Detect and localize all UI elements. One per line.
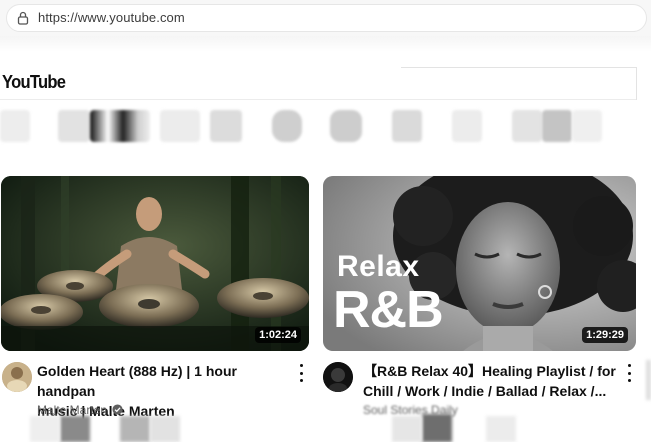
filter-chip[interactable] bbox=[210, 110, 242, 142]
filter-chip[interactable] bbox=[452, 110, 482, 142]
video-duration: 1:29:29 bbox=[582, 327, 628, 343]
blurred-region bbox=[646, 360, 651, 400]
video-title-line: 【R&B Relax 40】Healing Playlist / for bbox=[363, 363, 616, 379]
lock-icon[interactable] bbox=[17, 11, 29, 25]
avatar-image bbox=[2, 362, 32, 392]
filter-chip[interactable] bbox=[330, 110, 362, 142]
more-vert-icon[interactable] bbox=[622, 364, 636, 382]
blurred-region bbox=[392, 416, 422, 442]
filter-chip[interactable] bbox=[90, 110, 150, 142]
video-title-line: Golden Heart (888 Hz) | 1 hour handpan bbox=[37, 363, 237, 399]
blurred-region bbox=[150, 416, 180, 442]
blurred-region bbox=[422, 414, 452, 442]
verified-icon bbox=[112, 404, 123, 415]
blurred-region bbox=[60, 416, 90, 442]
channel-name-row: Malte Marten bbox=[37, 403, 123, 417]
thumbnail-caption: R&B bbox=[333, 281, 444, 339]
avatar-image bbox=[323, 362, 353, 392]
search-box-outline bbox=[401, 67, 636, 68]
header-divider bbox=[636, 67, 637, 100]
filter-chip[interactable] bbox=[542, 110, 572, 142]
address-bar-container: https://www.youtube.com bbox=[0, 0, 651, 37]
youtube-logo[interactable]: YouTube bbox=[2, 72, 66, 93]
toolbar-strip bbox=[0, 36, 651, 52]
filter-chip[interactable] bbox=[58, 110, 90, 142]
more-vert-icon[interactable] bbox=[294, 364, 308, 382]
video-thumbnail[interactable]: 1:02:24 bbox=[1, 176, 309, 351]
filter-chip[interactable] bbox=[272, 110, 302, 142]
handpan-scene-image bbox=[1, 176, 309, 351]
filter-chip[interactable] bbox=[392, 110, 422, 142]
blurred-region bbox=[486, 416, 516, 442]
header-divider bbox=[0, 99, 636, 100]
video-duration: 1:02:24 bbox=[255, 327, 301, 343]
video-title[interactable]: 【R&B Relax 40】Healing Playlist / for Chi… bbox=[363, 361, 619, 401]
channel-avatar[interactable] bbox=[2, 362, 32, 392]
video-thumbnail[interactable]: Relax R&B 1:29:29 bbox=[323, 176, 636, 351]
blurred-region bbox=[30, 416, 60, 442]
filter-chip[interactable] bbox=[512, 110, 542, 142]
filter-chip[interactable] bbox=[0, 110, 30, 142]
filter-chip[interactable] bbox=[572, 110, 602, 142]
blurred-region bbox=[120, 416, 150, 442]
video-title-line: Chill / Work / Indie / Ballad / Relax /.… bbox=[363, 383, 607, 399]
address-bar[interactable]: https://www.youtube.com bbox=[6, 4, 647, 32]
url-text[interactable]: https://www.youtube.com bbox=[38, 10, 185, 25]
channel-name[interactable]: Malte Marten bbox=[37, 403, 107, 417]
thumbnail-caption: Relax bbox=[337, 250, 420, 283]
filter-chip[interactable] bbox=[160, 110, 200, 142]
channel-avatar[interactable] bbox=[323, 362, 353, 392]
